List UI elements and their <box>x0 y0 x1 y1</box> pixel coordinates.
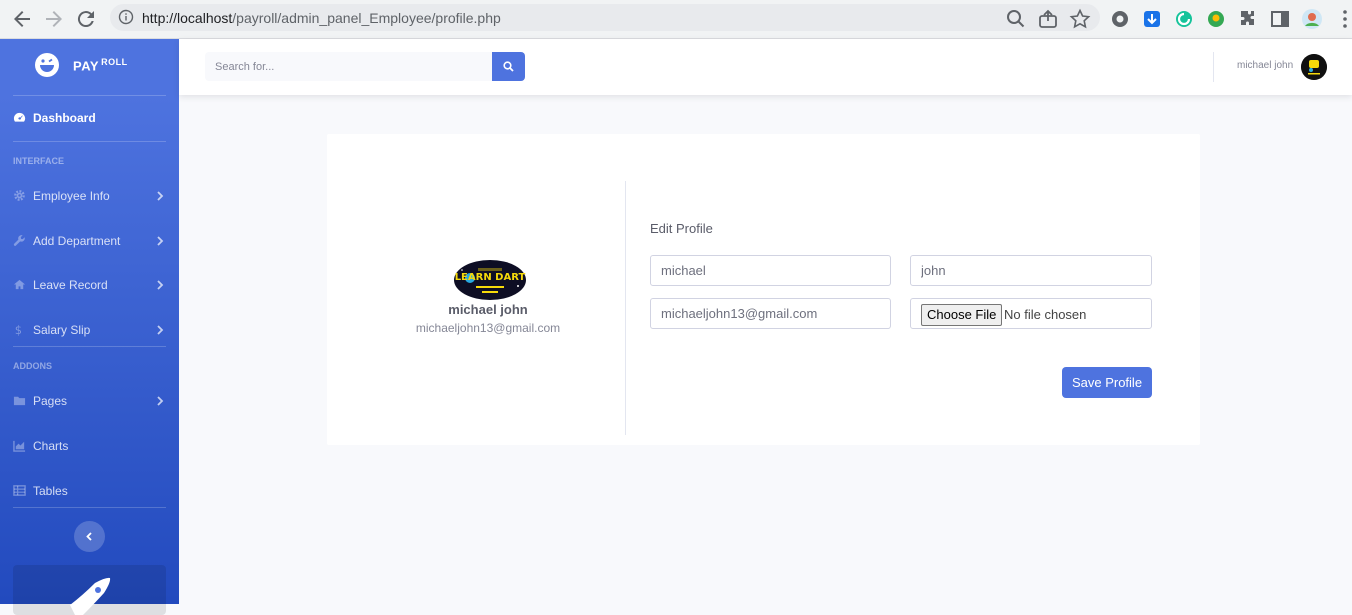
dollar-icon: $ <box>13 323 27 337</box>
profile-email: michaeljohn13@gmail.com <box>415 321 561 335</box>
chevron-left-icon <box>86 532 92 541</box>
zoom-icon[interactable] <box>1005 8 1027 30</box>
chevron-right-icon <box>155 234 165 248</box>
chart-area-icon <box>13 439 27 453</box>
sidebar-item-tables[interactable]: Tables <box>0 473 179 509</box>
search-icon <box>503 61 514 72</box>
sidebar-item-label: Add Department <box>33 234 121 248</box>
profile-avatar-icon[interactable] <box>1301 8 1323 30</box>
sidebar-item-leave-record[interactable]: Leave Record <box>0 267 179 303</box>
sidebar-divider <box>13 95 166 96</box>
folder-icon <box>13 394 27 408</box>
tachometer-icon <box>13 111 27 125</box>
brand-name: PAY ROLL <box>73 57 128 74</box>
browser-toolbar: http://localhost/payroll/admin_panel_Emp… <box>0 0 1352 39</box>
sidebar-item-label: Charts <box>33 439 69 453</box>
profile-summary: LEARN DART michael john michaeljohn13@gm… <box>350 181 626 435</box>
sidebar-divider <box>13 346 166 347</box>
sidebar-item-label: Employee Info <box>33 189 110 203</box>
sidebar-toggle-button[interactable] <box>74 521 105 552</box>
home-icon <box>13 278 27 292</box>
extension-blue-icon[interactable] <box>1141 8 1163 30</box>
laugh-wink-icon <box>34 52 60 78</box>
profile-image-file-input[interactable]: Choose File No file chosen <box>910 298 1152 329</box>
chevron-right-icon <box>155 323 165 337</box>
first-name-field[interactable] <box>650 255 891 286</box>
sidebar-item-charts[interactable]: Charts <box>0 428 179 464</box>
share-icon[interactable] <box>1037 8 1059 30</box>
sidebar-heading-addons: ADDONS <box>13 361 53 371</box>
sidebar-item-label: Salary Slip <box>33 323 91 337</box>
sidebar-promo-card <box>13 565 166 615</box>
url-text: http://localhost/payroll/admin_panel_Emp… <box>142 10 501 26</box>
chevron-right-icon <box>155 278 165 292</box>
gear-icon <box>13 189 27 203</box>
search-input[interactable] <box>205 52 492 81</box>
extension-bulb-icon[interactable] <box>1205 8 1227 30</box>
address-bar[interactable]: http://localhost/payroll/admin_panel_Emp… <box>110 4 1100 31</box>
file-status: No file chosen <box>1004 307 1087 322</box>
sidebar-item-employee-info[interactable]: Employee Info <box>0 178 179 214</box>
reload-icon[interactable] <box>74 7 98 31</box>
sidebar-item-add-department[interactable]: Add Department <box>0 223 179 259</box>
avatar-logo-text: LEARN DART <box>455 272 526 283</box>
wrench-icon <box>13 234 27 248</box>
sidebar-item-dashboard[interactable]: Dashboard <box>0 100 179 136</box>
brand-link[interactable]: PAY ROLL <box>0 39 179 95</box>
sidebar-item-pages[interactable]: Pages <box>0 383 179 419</box>
menu-dots-icon[interactable] <box>1334 8 1352 30</box>
sidebar-divider <box>13 507 166 508</box>
svg-text:$: $ <box>15 324 22 336</box>
user-name[interactable]: michael john <box>1237 60 1293 71</box>
profile-card: LEARN DART michael john michaeljohn13@gm… <box>327 134 1200 445</box>
extensions-puzzle-icon[interactable] <box>1237 8 1259 30</box>
sidebar-heading-interface: INTERFACE <box>13 156 65 166</box>
topbar-divider <box>1213 52 1214 82</box>
last-name-field[interactable] <box>910 255 1152 286</box>
sidebar-item-label: Tables <box>33 484 68 498</box>
choose-file-button[interactable]: Choose File <box>921 304 1003 326</box>
email-field[interactable] <box>650 298 891 329</box>
forward-icon[interactable] <box>42 7 66 31</box>
profile-image: LEARN DART <box>454 260 526 300</box>
avatar[interactable] <box>1301 54 1327 80</box>
extension-green-icon[interactable] <box>1173 8 1195 30</box>
search-button[interactable] <box>492 52 525 81</box>
table-icon <box>13 484 27 498</box>
sidebar-item-label: Leave Record <box>33 278 108 292</box>
back-icon[interactable] <box>10 7 34 31</box>
chevron-right-icon <box>155 394 165 408</box>
profile-name: michael john <box>448 302 528 317</box>
extension-gray-icon[interactable] <box>1109 8 1131 30</box>
topbar: michael john <box>179 39 1352 95</box>
info-icon[interactable] <box>118 9 134 25</box>
sidebar-item-label: Pages <box>33 394 68 408</box>
rocket-icon <box>70 577 111 615</box>
sidebar-item-label: Dashboard <box>33 111 96 125</box>
edit-profile-heading: Edit Profile <box>650 221 713 236</box>
bookmark-star-icon[interactable] <box>1069 8 1091 30</box>
side-panel-icon[interactable] <box>1269 8 1291 30</box>
sidebar-item-salary-slip[interactable]: $ Salary Slip <box>0 312 179 348</box>
chevron-right-icon <box>155 189 165 203</box>
sidebar-divider <box>13 141 166 142</box>
save-profile-button[interactable]: Save Profile <box>1062 367 1152 398</box>
sidebar: PAY ROLL Dashboard INTERFACE Employee Inf… <box>0 39 179 615</box>
